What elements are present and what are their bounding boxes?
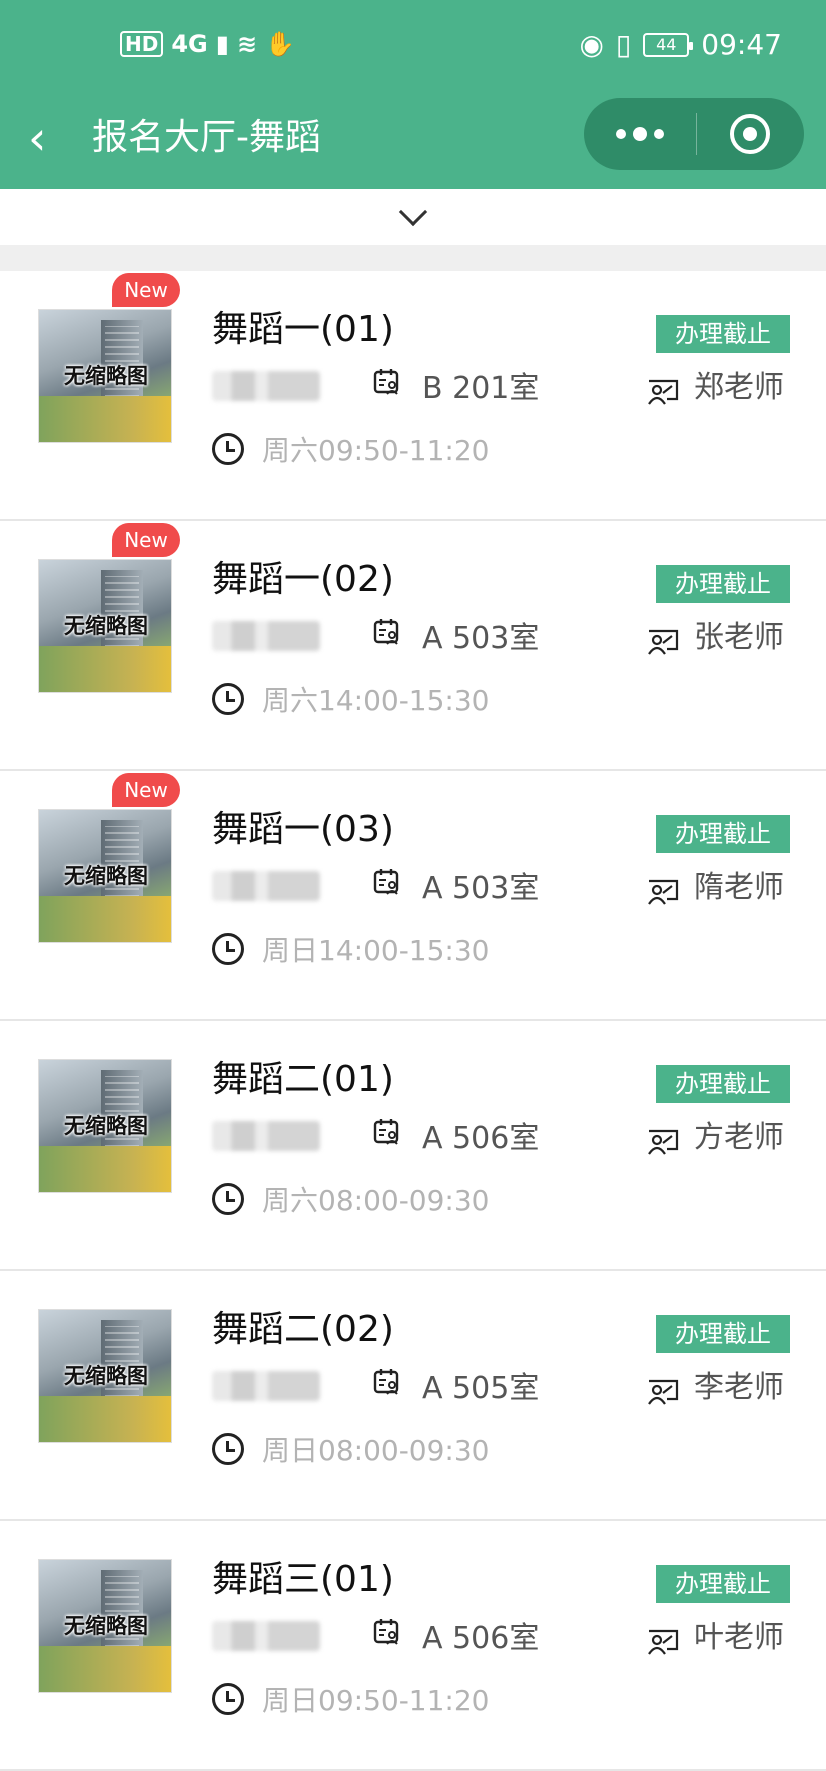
thumbnail-placeholder-label: 无缩略图	[64, 1364, 148, 1388]
classroom-icon	[373, 1119, 399, 1145]
blurred-info	[212, 1621, 320, 1651]
course-room: A 505室	[422, 1371, 540, 1406]
status-right: ◉ ▯ 44 09:47	[579, 28, 782, 61]
new-badge: New	[112, 273, 180, 307]
course-time: 周日14:00-15:30	[262, 934, 490, 967]
new-badge: New	[112, 523, 180, 557]
course-card[interactable]: 无缩略图 New 舞蹈一(01) B 201室 周六09:50-11:20 办理…	[0, 271, 826, 521]
status-badge: 办理截止	[656, 315, 790, 353]
clock-icon	[212, 1683, 244, 1715]
signal-icon: ▮	[215, 30, 229, 58]
nav-bar: ‹ 报名大厅-舞蹈	[0, 92, 826, 189]
teacher-icon	[648, 1629, 679, 1655]
clock-icon	[212, 683, 244, 715]
expand-filter-toggle[interactable]	[0, 189, 826, 245]
course-title: 舞蹈二(02)	[212, 1309, 394, 1350]
classroom-icon	[373, 619, 399, 645]
course-thumbnail: 无缩略图	[38, 1559, 172, 1693]
battery-icon: 44	[643, 32, 694, 57]
target-circle-icon[interactable]	[697, 98, 803, 170]
classroom-icon	[373, 1369, 399, 1395]
header: HD 4G ▮ ≋ ✋ ◉ ▯ 44 09:47 ‹ 报名大厅-舞蹈	[0, 0, 826, 189]
clock-icon	[212, 433, 244, 465]
status-bar: HD 4G ▮ ≋ ✋ ◉ ▯ 44 09:47	[0, 0, 826, 92]
battery-level: 44	[656, 34, 677, 54]
status-badge: 办理截止	[656, 1565, 790, 1603]
course-thumbnail: 无缩略图	[38, 1059, 172, 1193]
thumbnail-placeholder-label: 无缩略图	[64, 614, 148, 638]
course-thumbnail: 无缩略图	[38, 809, 172, 943]
teacher-name: 叶老师	[694, 1620, 784, 1655]
thumbnail-placeholder-label: 无缩略图	[64, 1614, 148, 1638]
new-badge: New	[112, 773, 180, 807]
teacher-name: 隋老师	[694, 870, 784, 905]
teacher-icon	[648, 629, 679, 655]
course-title: 舞蹈一(03)	[212, 809, 394, 850]
course-time: 周日09:50-11:20	[262, 1684, 490, 1717]
page-title: 报名大厅-舞蹈	[92, 117, 321, 158]
more-dots-icon[interactable]	[584, 98, 696, 170]
teacher-icon	[648, 879, 679, 905]
course-time: 周六09:50-11:20	[262, 434, 490, 467]
course-title: 舞蹈一(02)	[212, 559, 394, 600]
blurred-info	[212, 371, 320, 401]
course-time: 周六08:00-09:30	[262, 1184, 490, 1217]
vibrate-icon: ▯	[615, 28, 632, 61]
course-title: 舞蹈三(01)	[212, 1559, 394, 1600]
course-room: B 201室	[422, 371, 540, 406]
thumbnail-placeholder-label: 无缩略图	[64, 1114, 148, 1138]
teacher-name: 方老师	[694, 1120, 784, 1155]
status-badge: 办理截止	[656, 1315, 790, 1353]
course-room: A 506室	[422, 1121, 540, 1156]
teacher-icon	[648, 379, 679, 405]
hd-indicator: HD	[120, 31, 164, 57]
mini-program-capsule	[584, 98, 804, 170]
thumbnail-placeholder-label: 无缩略图	[64, 364, 148, 388]
course-card[interactable]: 无缩略图 New 舞蹈一(02) A 503室 周六14:00-15:30 办理…	[0, 521, 826, 771]
course-card[interactable]: 无缩略图 舞蹈二(01) A 506室 周六08:00-09:30 办理截止 方…	[0, 1021, 826, 1271]
blurred-info	[212, 1121, 320, 1151]
course-thumbnail: 无缩略图	[38, 309, 172, 443]
network-4g: 4G	[171, 30, 208, 58]
status-badge: 办理截止	[656, 565, 790, 603]
blurred-info	[212, 621, 320, 651]
status-left: HD 4G ▮ ≋ ✋	[120, 30, 295, 58]
status-badge: 办理截止	[656, 1065, 790, 1103]
teacher-name: 郑老师	[694, 370, 784, 405]
wifi-icon: ≋	[236, 30, 258, 58]
classroom-icon	[373, 869, 399, 895]
course-title: 舞蹈二(01)	[212, 1059, 394, 1100]
course-time: 周六14:00-15:30	[262, 684, 490, 717]
course-card[interactable]: 无缩略图 舞蹈二(02) A 505室 周日08:00-09:30 办理截止 李…	[0, 1271, 826, 1521]
clock-icon	[212, 1433, 244, 1465]
course-room: A 506室	[422, 1621, 540, 1656]
course-room: A 503室	[422, 871, 540, 906]
course-thumbnail: 无缩略图	[38, 559, 172, 693]
course-card[interactable]: 无缩略图 New 舞蹈一(03) A 503室 周日14:00-15:30 办理…	[0, 771, 826, 1021]
section-divider	[0, 245, 826, 271]
teacher-name: 张老师	[694, 620, 784, 655]
course-card[interactable]: 无缩略图 舞蹈三(01) A 506室 周日09:50-11:20 办理截止 叶…	[0, 1521, 826, 1771]
clock-icon	[212, 1183, 244, 1215]
chevron-down-icon	[398, 197, 428, 227]
blurred-info	[212, 871, 320, 901]
chevron-left-icon[interactable]: ‹	[28, 110, 46, 166]
classroom-icon	[373, 1619, 399, 1645]
thumbnail-placeholder-label: 无缩略图	[64, 864, 148, 888]
status-badge: 办理截止	[656, 815, 790, 853]
blurred-info	[212, 1371, 320, 1401]
teacher-name: 李老师	[694, 1370, 784, 1405]
teacher-icon	[648, 1129, 679, 1155]
clock-icon	[212, 933, 244, 965]
course-list: 无缩略图 New 舞蹈一(01) B 201室 周六09:50-11:20 办理…	[0, 271, 826, 1771]
eye-icon: ◉	[579, 28, 604, 61]
course-room: A 503室	[422, 621, 540, 656]
course-thumbnail: 无缩略图	[38, 1309, 172, 1443]
clock-time: 09:47	[701, 28, 782, 61]
classroom-icon	[373, 369, 399, 395]
teacher-icon	[648, 1379, 679, 1405]
hand-icon: ✋	[265, 30, 295, 58]
course-title: 舞蹈一(01)	[212, 309, 394, 350]
course-time: 周日08:00-09:30	[262, 1434, 490, 1467]
